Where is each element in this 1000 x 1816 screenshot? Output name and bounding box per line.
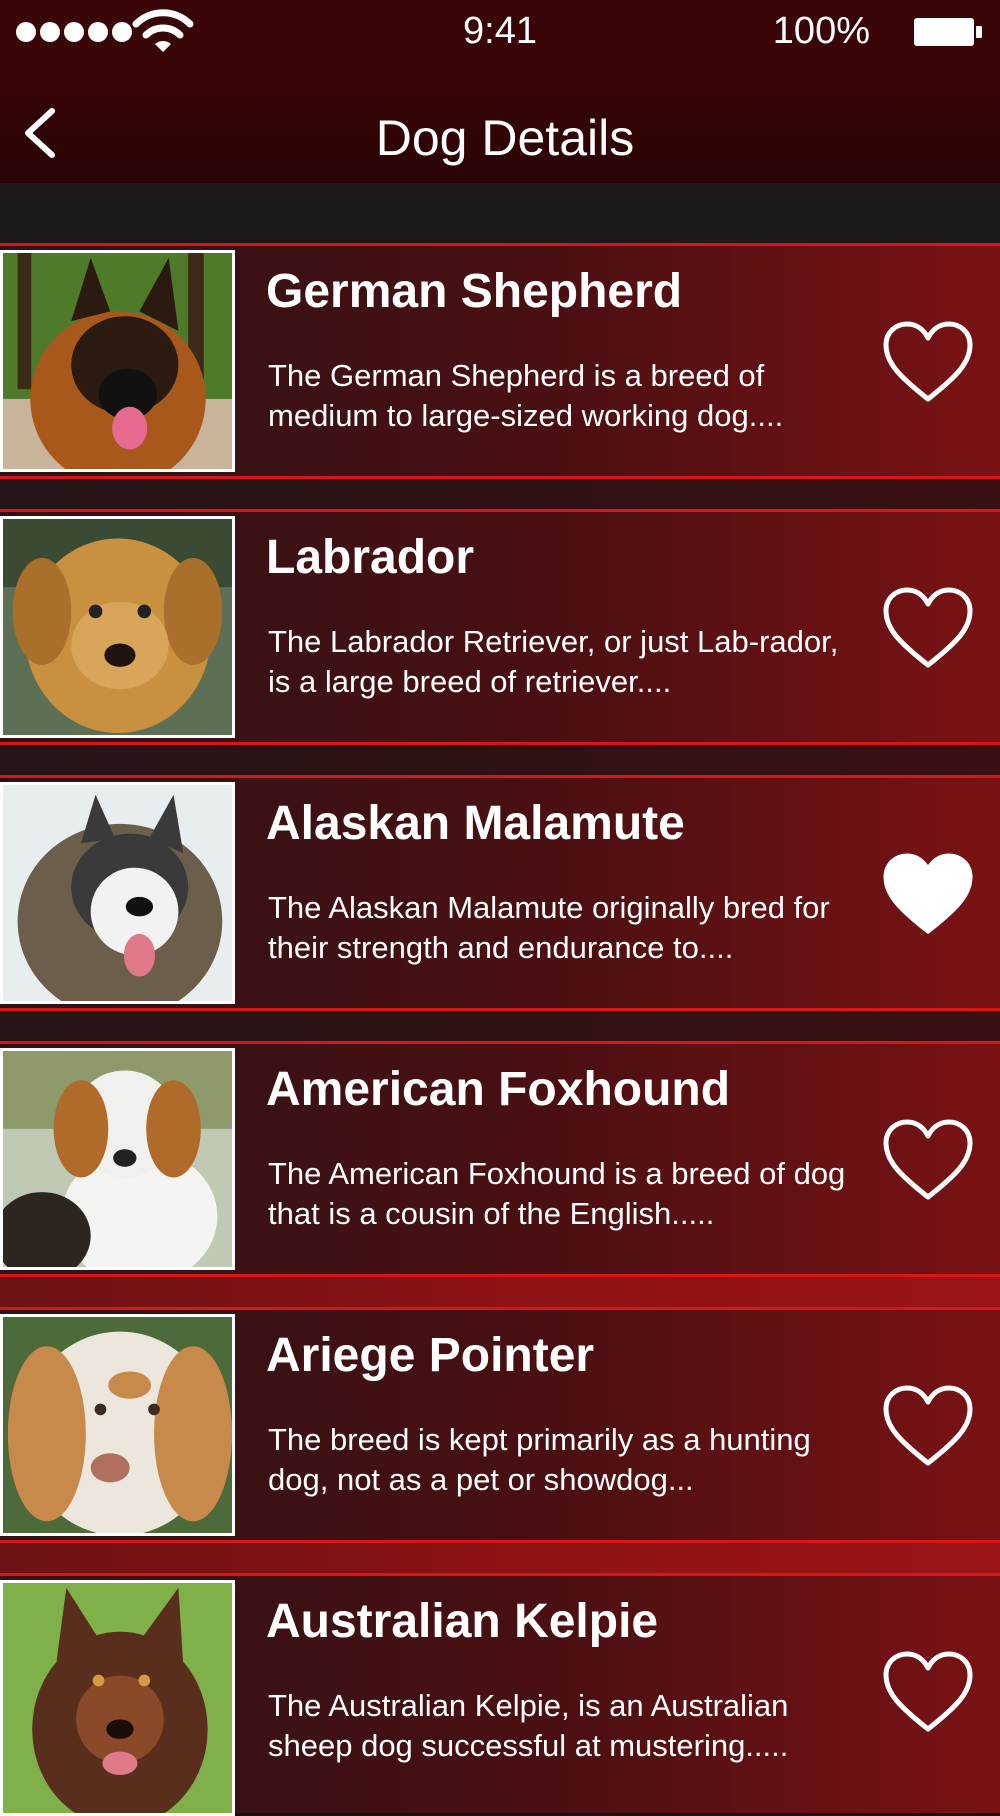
list-header-spacer (0, 183, 1000, 243)
status-bar: 9:41 100% (0, 0, 1000, 65)
dog-photo (0, 782, 235, 1004)
dog-photo (0, 1314, 235, 1536)
dog-name: American Foxhound (266, 1063, 731, 1116)
dog-name: Australian Kelpie (266, 1595, 659, 1648)
dog-description: The breed is kept primarily as a hunting… (268, 1422, 811, 1497)
favorite-heart-icon[interactable] (880, 1649, 976, 1735)
favorite-heart-icon[interactable] (880, 319, 976, 405)
dog-photo (0, 1580, 235, 1816)
battery-percentage: 100% (772, 10, 870, 52)
dog-list-item[interactable]: Ariege Pointer The breed is kept primari… (0, 1307, 1000, 1543)
page-title: Dog Details (375, 110, 635, 166)
row-separator (0, 1011, 1000, 1041)
dog-list-item[interactable]: Alaskan Malamute The Alaskan Malamute or… (0, 775, 1000, 1011)
dog-list-item[interactable]: Labrador The Labrador Retriever, or just… (0, 509, 1000, 745)
dog-name: Labrador (266, 531, 475, 584)
dog-description: The Labrador Retriever, or just Lab-rado… (268, 624, 839, 699)
row-separator (0, 1543, 1000, 1573)
dog-description: The Australian Kelpie, is an Australian … (268, 1688, 789, 1763)
dog-name: Alaskan Malamute (266, 797, 685, 850)
dog-list-item[interactable]: Australian Kelpie The Australian Kelpie,… (0, 1573, 1000, 1816)
dog-description: The German Shepherd is a breed of medium… (268, 358, 784, 433)
dog-description: The American Foxhound is a breed of dog … (268, 1156, 846, 1231)
dog-list-item[interactable]: American Foxhound The American Foxhound … (0, 1041, 1000, 1277)
dog-photo (0, 250, 235, 472)
favorite-heart-filled-icon[interactable] (880, 851, 976, 937)
favorite-heart-icon[interactable] (880, 585, 976, 671)
dog-photo (0, 1048, 235, 1270)
battery-icon (914, 18, 982, 46)
row-separator (0, 1277, 1000, 1307)
dog-photo (0, 516, 235, 738)
favorite-heart-icon[interactable] (880, 1117, 976, 1203)
row-separator (0, 745, 1000, 775)
dog-name: German Shepherd (266, 265, 683, 318)
dog-list-item[interactable]: German Shepherd The German Shepherd is a… (0, 243, 1000, 479)
dog-description: The Alaskan Malamute originally bred for… (268, 890, 830, 965)
navigation-bar: Dog Details (0, 65, 1000, 183)
row-separator (0, 479, 1000, 509)
dog-name: Ariege Pointer (266, 1329, 595, 1382)
favorite-heart-icon[interactable] (880, 1383, 976, 1469)
